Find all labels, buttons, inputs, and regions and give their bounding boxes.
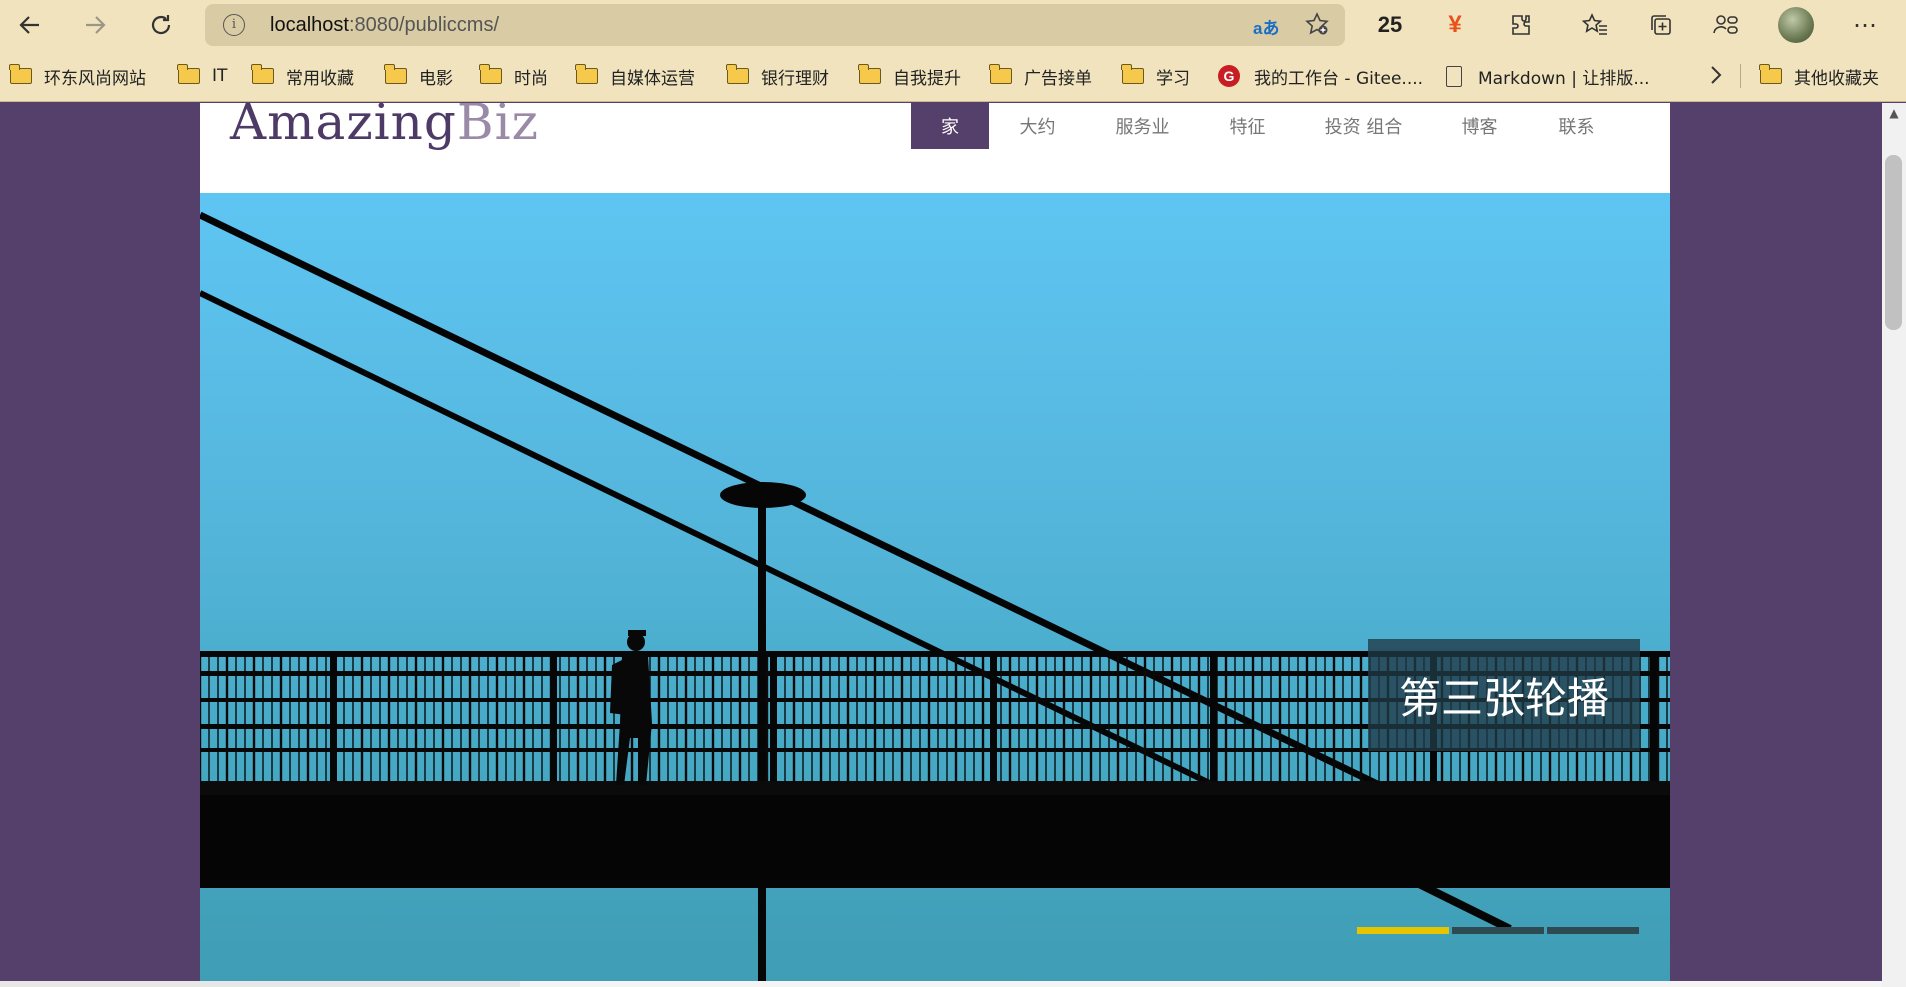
- reload-button[interactable]: [143, 7, 179, 43]
- nav-item-portfolio[interactable]: 投资 组合: [1296, 103, 1431, 149]
- nav-item-services[interactable]: 服务业: [1086, 103, 1199, 149]
- forward-button[interactable]: [77, 7, 113, 43]
- slider-dot[interactable]: [1547, 927, 1639, 934]
- folder-icon: [1121, 64, 1144, 84]
- hero-slider[interactable]: 第三张轮播: [200, 193, 1670, 987]
- collections-icon[interactable]: [1645, 10, 1677, 40]
- page-container: AmazingBiz 家 大约 服务业 特征 投资 组合 博客 联系 第三张轮播: [200, 103, 1670, 987]
- bookmark-item[interactable]: 环东风尚网站: [9, 63, 146, 89]
- bookmark-item[interactable]: 时尚: [479, 63, 548, 89]
- bookmark-item[interactable]: 自媒体运营: [575, 63, 695, 89]
- folder-icon: [1759, 64, 1782, 84]
- bookmark-item[interactable]: IT: [177, 63, 227, 89]
- slide-image: [200, 211, 1670, 987]
- gitee-icon: G: [1218, 65, 1240, 87]
- browser-toolbar: i localhost:8080/publiccms/ aあ 25 ¥ ⋯: [0, 0, 1906, 50]
- nav-item-blog[interactable]: 博客: [1431, 103, 1528, 149]
- site-logo[interactable]: AmazingBiz: [230, 103, 539, 151]
- slide-caption: 第三张轮播: [1368, 639, 1640, 751]
- bookmark-item[interactable]: 常用收藏: [251, 63, 354, 89]
- folder-icon: [575, 64, 598, 84]
- bookmark-item[interactable]: Markdown | 让排版...: [1446, 63, 1650, 89]
- yen-extension-icon[interactable]: ¥: [1440, 10, 1470, 40]
- url-text[interactable]: localhost:8080/publiccms/: [270, 14, 499, 37]
- folder-icon: [858, 64, 881, 84]
- favorites-icon[interactable]: [1579, 10, 1611, 40]
- nav-item-features[interactable]: 特征: [1199, 103, 1296, 149]
- scrollbar-thumb[interactable]: [1885, 155, 1902, 330]
- nav-item-about[interactable]: 大约: [989, 103, 1086, 149]
- folder-icon: [251, 64, 274, 84]
- arrow-right-icon: [86, 16, 106, 34]
- folder-icon: [384, 64, 407, 84]
- bookmarks-bar: 环东风尚网站 IT 常用收藏 电影 时尚 自媒体运营 银行理财 自我提升 广告接…: [0, 50, 1906, 102]
- folder-icon: [989, 64, 1012, 84]
- site-info-icon[interactable]: i: [223, 14, 245, 36]
- scroll-up-arrow-icon[interactable]: ▲: [1882, 106, 1906, 124]
- tab-count-badge[interactable]: 25: [1370, 10, 1410, 40]
- bookmark-item[interactable]: 电影: [384, 63, 453, 89]
- bookmark-item[interactable]: G 我的工作台 - Gitee....: [1218, 63, 1423, 89]
- slider-dot[interactable]: [1452, 927, 1544, 934]
- nav-item-contact[interactable]: 联系: [1528, 103, 1625, 149]
- arrow-left-icon: [19, 16, 39, 34]
- other-bookmarks[interactable]: 其他收藏夹: [1759, 63, 1879, 89]
- nav-item-home[interactable]: 家: [911, 103, 989, 149]
- chevron-right-icon[interactable]: [1708, 62, 1724, 94]
- address-bar[interactable]: i localhost:8080/publiccms/ aあ: [205, 4, 1345, 46]
- horizontal-scrollbar-thumb[interactable]: [520, 981, 1882, 987]
- back-button[interactable]: [12, 7, 48, 43]
- folder-icon: [726, 64, 749, 84]
- bookmark-item[interactable]: 自我提升: [858, 63, 961, 89]
- folder-icon: [9, 64, 32, 84]
- add-favorite-icon[interactable]: [1305, 12, 1329, 42]
- document-icon: [1446, 65, 1462, 87]
- extensions-icon[interactable]: [1505, 10, 1537, 40]
- slider-dot[interactable]: [1357, 927, 1449, 934]
- bookmark-item[interactable]: 广告接单: [989, 63, 1092, 89]
- more-menu-icon[interactable]: ⋯: [1850, 10, 1880, 40]
- main-nav: 家 大约 服务业 特征 投资 组合 博客 联系: [911, 103, 1625, 149]
- user-avatar[interactable]: [1778, 7, 1814, 43]
- slider-indicators: [1357, 927, 1642, 934]
- profile-sync-icon[interactable]: [1710, 10, 1742, 40]
- folder-icon: [177, 64, 200, 84]
- bookmark-item[interactable]: 银行理财: [726, 63, 829, 89]
- translate-icon[interactable]: aあ: [1253, 14, 1279, 39]
- bookmark-divider: [1740, 64, 1741, 88]
- reload-icon: [151, 15, 171, 35]
- folder-icon: [479, 64, 502, 84]
- bookmark-item[interactable]: 学习: [1121, 63, 1190, 89]
